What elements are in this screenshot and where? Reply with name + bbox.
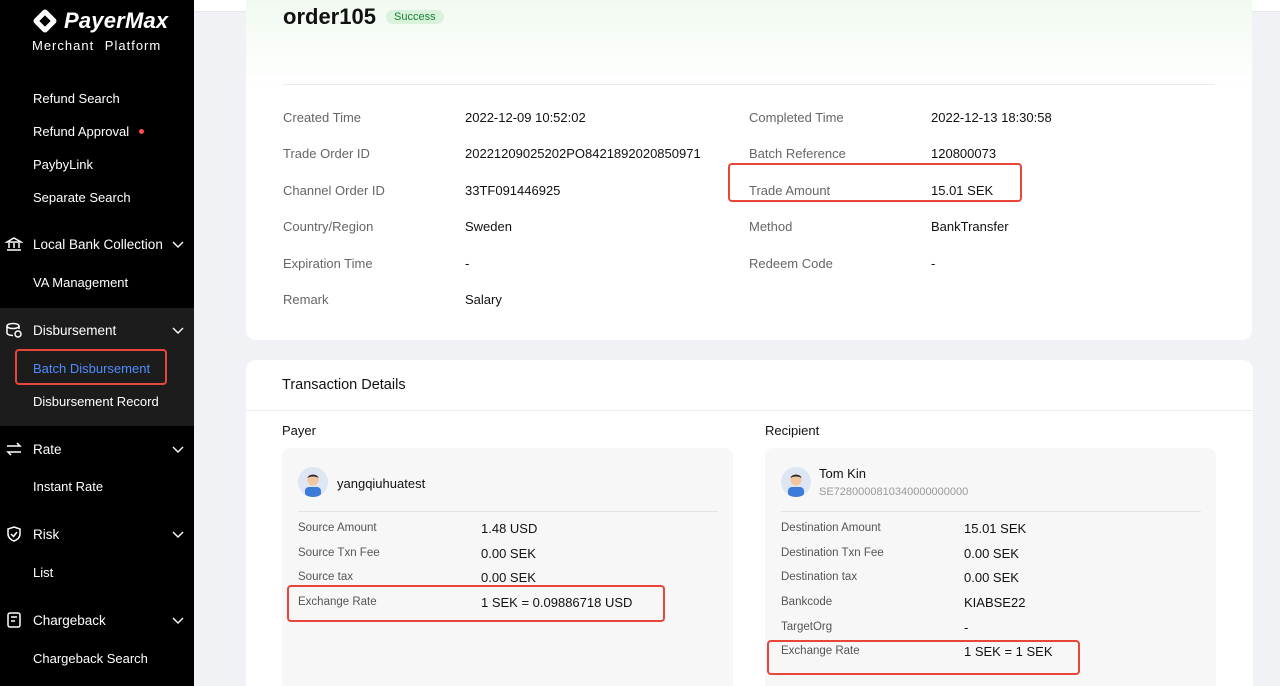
highlight-box-payer-exchange-rate [287,585,665,622]
field-value: KIABSE22 [964,595,1026,610]
section-title: Transaction Details [282,377,406,393]
divider [781,511,1201,512]
field-value: 20221209025202PO8421892020850971 [465,146,701,161]
field-value: - [964,620,969,635]
brand-logo[interactable]: PayerMax Merchant Platform [32,8,168,53]
field-value: 0.00 SEK [481,570,536,585]
field-label: Method [749,219,793,234]
field-label: Redeem Code [749,256,833,271]
sidebar-item-label: Local Bank Collection [33,236,163,252]
sidebar-item-label: Risk [33,526,60,542]
sidebar-item-instant-rate[interactable]: Instant Rate [0,470,194,502]
highlight-box-recipient-exchange-rate [767,640,1080,675]
chevron-down-icon [172,443,184,455]
sidebar-item-label: Instant Rate [33,478,104,494]
field-value: 0.00 SEK [964,570,1019,585]
field-value: - [931,256,936,271]
sidebar-item-label: List [33,564,54,580]
divider [298,511,718,512]
field-value: - [465,256,470,271]
field-label: Country/Region [283,219,374,234]
field-label: Source Txn Fee [298,547,380,559]
field-label: Created Time [283,110,362,125]
exchange-icon [5,440,23,458]
field-value: 0.00 SEK [481,546,536,561]
sidebar-item-refund-approval[interactable]: Refund Approval [0,115,194,147]
field-label: Destination Amount [781,522,881,534]
sidebar-item-label: Disbursement Record [33,393,159,409]
field-label: Trade Order ID [283,146,370,161]
sidebar-item-disbursement-record[interactable]: Disbursement Record [0,385,194,417]
field-value: 0.00 SEK [964,546,1019,561]
sidebar-item-label: Disbursement [33,322,117,338]
sidebar-item-label: Chargeback [33,612,106,628]
notification-dot [139,128,145,134]
sidebar-item-label: Rate [33,441,62,457]
field-value: 1.48 USD [481,521,538,536]
chevron-down-icon [172,238,184,250]
sidebar-item-list[interactable]: List [0,556,194,588]
chevron-down-icon [172,528,184,540]
sidebar-group-chargeback[interactable]: Chargeback [0,602,194,638]
payer-heading: Payer [282,423,316,438]
chevron-down-icon [172,324,184,336]
field-value: Sweden [465,219,512,234]
sidebar-item-label: Refund Search [33,90,120,106]
sidebar-item-label: Separate Search [33,189,131,205]
sidebar-item-paybylink[interactable]: PaybyLink [0,148,194,180]
chargeback-icon [5,611,23,629]
field-label: Completed Time [749,110,844,125]
sidebar: PayerMax Merchant Platform Refund Search… [0,0,194,686]
page-title: order105 [283,4,376,29]
sidebar-item-label: Chargeback Search [33,650,148,666]
field-value: 2022-12-09 10:52:02 [465,110,586,125]
sidebar-group-risk[interactable]: Risk [0,516,194,552]
divider [283,84,1215,85]
field-label: Source tax [298,571,353,583]
highlight-box-batch-disbursement [15,349,167,385]
sidebar-item-label: Refund Approval [33,123,130,139]
divider [246,410,1253,411]
field-value: 15.01 SEK [964,521,1027,536]
sidebar-item-va-management[interactable]: VA Management [0,266,194,298]
field-value: 33TF091446925 [465,183,561,198]
bank-icon [4,235,24,253]
field-label: Destination tax [781,571,858,583]
highlight-box-trade-amount [728,163,1022,202]
payer-name: yangqiuhuatest [337,476,426,491]
sidebar-group-local-bank-collection[interactable]: Local Bank Collection [0,226,194,262]
recipient-name: Tom Kin [819,466,866,481]
sidebar-group-rate[interactable]: Rate [0,431,194,467]
field-label: Remark [283,292,329,307]
brand-name: PayerMax [64,8,169,33]
field-label: Bankcode [781,596,833,608]
field-label: TargetOrg [781,621,833,633]
field-value: 2022-12-13 18:30:58 [931,110,1052,125]
sidebar-item-label: VA Management [33,274,129,290]
recipient-account: SE7280000810340000000000 [819,486,969,498]
field-value: 120800073 [931,146,997,161]
field-label: Batch Reference [749,146,846,161]
disbursement-icon [5,321,23,339]
sidebar-item-label: PaybyLink [33,156,93,172]
brand-subtitle: Merchant Platform [32,38,162,53]
payer-avatar [298,467,328,497]
field-label: Expiration Time [283,256,373,271]
payermax-logo-icon [32,8,58,34]
status-badge: Success [386,10,444,24]
field-value: BankTransfer [931,219,1009,234]
sidebar-item-chargeback-search[interactable]: Chargeback Search [0,642,194,674]
field-label: Source Amount [298,522,377,534]
sidebar-item-refund-search[interactable]: Refund Search [0,82,194,114]
field-label: Channel Order ID [283,183,385,198]
recipient-avatar [781,467,811,497]
chevron-down-icon [172,614,184,626]
field-value: Salary [465,292,502,307]
sidebar-group-disbursement[interactable]: Disbursement [0,312,194,348]
sidebar-item-separate-search[interactable]: Separate Search [0,181,194,213]
recipient-heading: Recipient [765,423,820,438]
field-label: Destination Txn Fee [781,547,884,559]
shield-icon [5,525,23,543]
